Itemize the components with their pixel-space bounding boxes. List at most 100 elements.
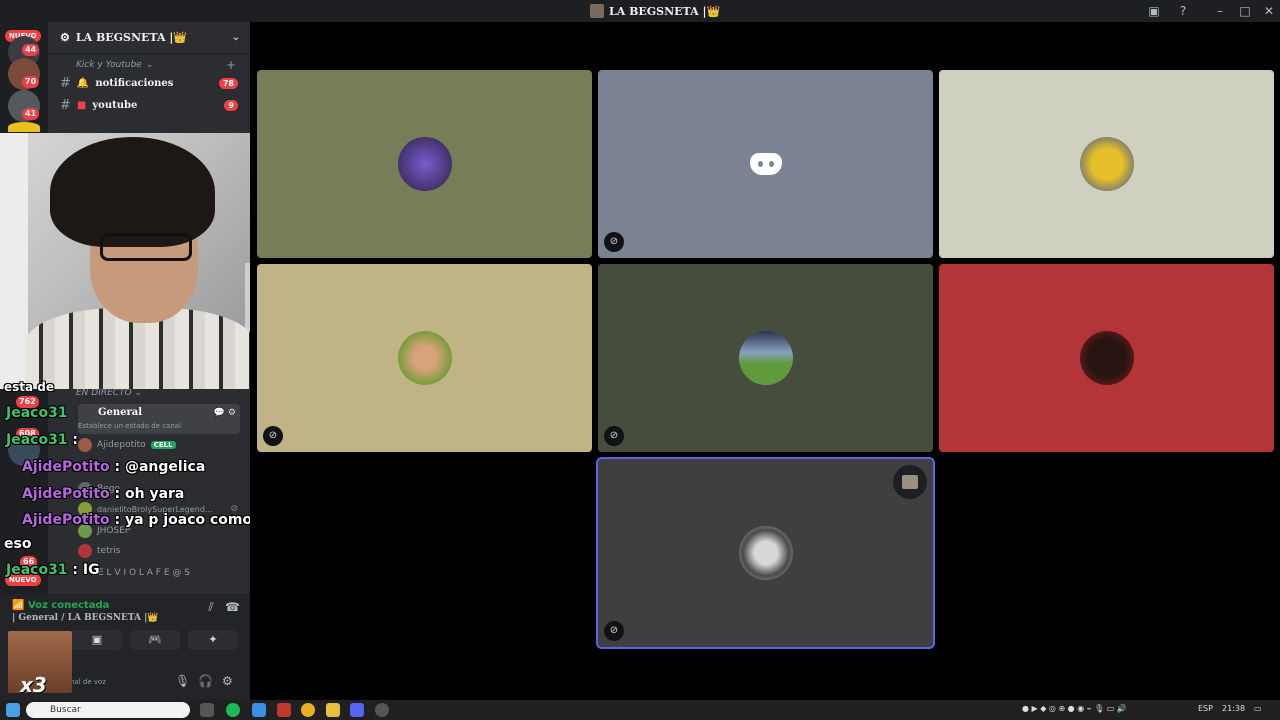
participant-tile-1[interactable] [257,70,592,258]
voice-connection-panel: 📶 Voz conectada | General / LA BEGSNETA … [0,594,250,700]
avatar [738,526,793,580]
category-en-directo[interactable]: EN DIRECTO ⌄ [76,388,142,398]
app-icon-red[interactable] [277,703,291,717]
voice-user[interactable]: Ajidepotito CELL [78,436,238,454]
server-badge-1: 44 [22,44,40,56]
maximize-button[interactable]: □ [1237,3,1253,19]
avatar [78,544,92,558]
voice-channel-general[interactable]: General Establece un estado de canal 💬 ⚙ [78,404,240,434]
channel-notificaciones[interactable]: # 🔔 notificaciones 78 [48,72,250,94]
participant-tile-6[interactable] [939,264,1274,452]
participant-tile-2[interactable]: ⊘ [598,70,933,258]
notification-icon[interactable]: ▭ [1254,704,1262,713]
chat-message: Jeaco31 [6,405,68,421]
add-channel-icon[interactable]: + [226,58,236,72]
text-channel-icon: # [60,75,71,91]
webcam-person-glasses [100,233,192,261]
noise-suppression-icon[interactable]: ⫽ [208,600,213,614]
chrome-icon[interactable] [301,703,315,717]
search-placeholder: Buscar [50,705,81,715]
chevron-down-icon: ⌄ [231,32,240,43]
chat-partial-line: esta de [4,380,55,394]
server-gear-icon: ⚙ [60,31,70,44]
participant-tile-7[interactable]: ⊘ [596,457,935,649]
camera-preview-icon[interactable] [893,465,927,499]
chat-message: Jeaco31 : [6,432,79,448]
voice-user-name: tetris [97,546,121,556]
discord-logo-icon [749,153,782,175]
text-channel-icon: # [60,97,71,113]
close-button[interactable]: ✕ [1261,3,1277,19]
settings-gear-icon[interactable]: ⚙ [222,674,233,688]
soundboard-button[interactable]: ✦ [188,630,238,650]
voice-controls: ⫽ ☎ [208,600,240,615]
category-kick-youtube[interactable]: Kick y Youtube ⌄ + [48,54,250,72]
voice-user[interactable]: tetris [78,542,238,560]
chat-message: Jeaco31 : IG [6,562,100,578]
server-icon [590,4,604,18]
clock[interactable]: 21:38 [1222,704,1245,713]
server-badge-3: 41 [22,108,40,120]
webcam-background [0,133,28,389]
inbox-icon[interactable]: ▣ [1146,3,1162,19]
task-view-icon[interactable] [200,703,214,717]
voice-channel-icons[interactable]: 💬 ⚙ [214,408,236,418]
channel-label: notificaciones [95,77,174,89]
voice-user-name: Ajidepotito [97,440,146,450]
avatar [1079,137,1134,191]
avatar [1079,331,1134,385]
voice-channel-name: General [98,407,143,418]
avatar [397,137,452,191]
server-badge-2: 70 [22,76,40,88]
overlay-multiplier: x3 [20,673,47,697]
muted-mic-icon: ⊘ [604,232,624,252]
window-title: LA BEGSNETA |👑 [590,4,720,18]
category-label: EN DIRECTO [76,388,132,398]
obs-icon[interactable] [375,703,389,717]
microphone-icon[interactable]: 🎙 [175,674,190,688]
start-icon[interactable] [6,703,20,717]
app-icon[interactable] [252,703,266,717]
screen-share-button[interactable]: ▣ [72,630,122,650]
file-explorer-icon[interactable] [326,703,340,717]
help-icon[interactable]: ? [1175,3,1191,19]
avatar [78,438,92,452]
reaction-overlay-image: x3 [8,631,72,697]
server-icon-4[interactable] [8,122,40,132]
bell-icon: 🔔 [76,77,90,89]
muted-mic-icon: ⊘ [604,426,624,446]
avatar [397,331,452,385]
voice-channel-status[interactable]: Establece un estado de canal [78,422,181,430]
chat-message: AjidePotito : @angelica [22,459,206,475]
chat-message: AjidePotito : oh yara [22,486,185,502]
chevron-down-icon: ⌄ [145,60,154,70]
mention-badge: 9 [224,99,238,111]
voice-user-name: E L V I O L A F E @ S [98,568,190,578]
spotify-icon[interactable] [226,703,240,717]
language-indicator[interactable]: ESP [1198,704,1213,713]
participant-tile-5[interactable]: ⊘ [598,264,933,452]
voice-location[interactable]: | General / LA BEGSNETA |👑 [12,613,159,623]
windows-taskbar: Buscar ● ▶ ◆ ◎ ⊕ ● ◉ ⌁ 🎙 ▭ 🔊 ESP 21:38 ▭ [0,700,1280,720]
headphones-icon[interactable]: 🎧 [198,674,213,688]
window-titlebar: LA BEGSNETA |👑 ▣ ? – □ ✕ [0,0,1280,22]
tray-icons[interactable]: ● ▶ ◆ ◎ ⊕ ● ◉ ⌁ 🎙 ▭ 🔊 [1022,704,1127,713]
disconnect-icon[interactable]: ☎ [225,600,240,614]
user-tag-badge: CELL [150,441,176,449]
taskbar-search[interactable]: Buscar [26,702,190,718]
discord-taskbar-icon[interactable] [350,703,364,717]
participant-tile-4[interactable]: ⊘ [257,264,592,452]
voice-status: 📶 Voz conectada [12,600,110,611]
mention-badge: 78 [218,77,238,89]
server-header[interactable]: ⚙ LA BEGSNETA |👑 ⌄ [48,22,250,54]
youtube-icon: ■ [76,99,87,111]
activity-button[interactable]: 🎮 [130,630,180,650]
minimize-button[interactable]: – [1212,3,1228,19]
channel-youtube[interactable]: # ■ youtube 9 [48,94,250,116]
webcam-person-hair [50,137,215,247]
category-label: Kick y Youtube [76,60,142,70]
channel-label: youtube [92,99,138,111]
chat-message: eso [4,536,32,552]
voice-user[interactable]: E L V I O L A F E @ S ⊘ [98,564,258,582]
participant-tile-3[interactable] [939,70,1274,258]
